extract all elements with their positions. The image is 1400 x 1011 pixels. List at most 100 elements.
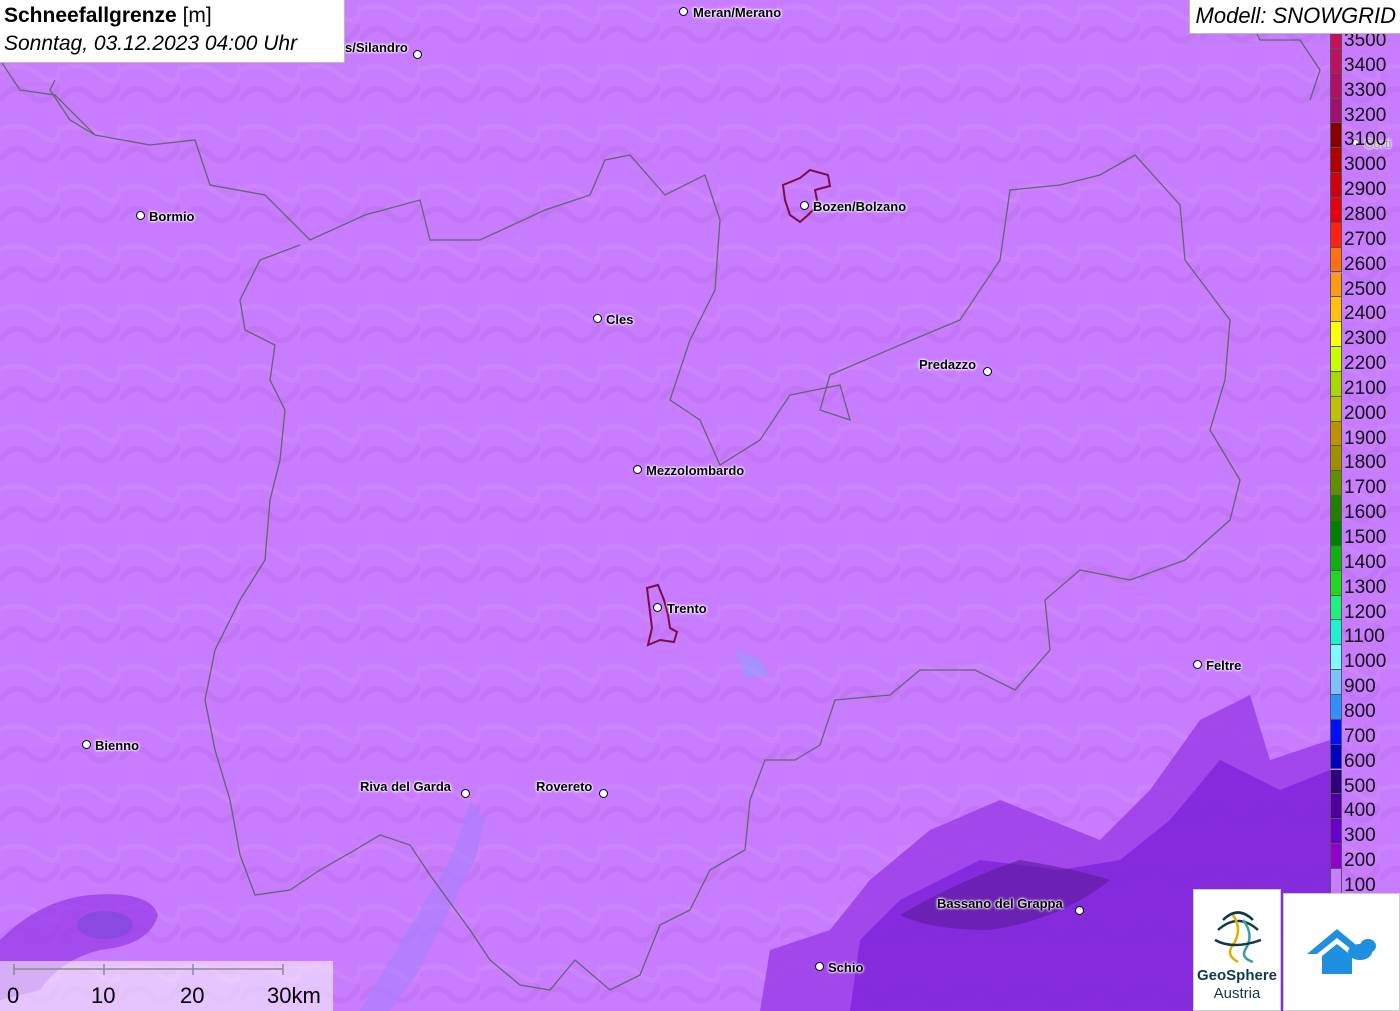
legend-swatch	[1330, 694, 1342, 720]
legend-label: 1900	[1344, 427, 1387, 449]
legend-swatch	[1330, 272, 1342, 298]
legend-swatch	[1330, 570, 1342, 596]
city-label-predazzo[interactable]: Predazzo	[919, 357, 976, 372]
legend-swatch	[1330, 645, 1342, 671]
city-dot[interactable]	[633, 465, 642, 474]
geosphere-country: Austria	[1213, 985, 1261, 1002]
city-dot[interactable]	[136, 211, 145, 220]
legend-swatch	[1330, 471, 1342, 497]
legend-swatch	[1330, 446, 1342, 472]
city-label-trento[interactable]: Trento	[667, 601, 707, 616]
city-label-meran[interactable]: Meran/Merano	[693, 5, 781, 20]
legend-label: 1000	[1344, 651, 1387, 673]
legend-label: 2700	[1344, 228, 1387, 250]
legend-label: 500	[1344, 775, 1376, 797]
legend-swatch	[1330, 371, 1342, 397]
city-dot[interactable]	[82, 740, 91, 749]
legend-swatch	[1330, 844, 1342, 869]
legend-label: 1300	[1344, 576, 1387, 598]
legend-swatch	[1330, 421, 1342, 447]
legend-swatch	[1330, 744, 1342, 770]
variable-unit: [m]	[182, 4, 212, 27]
legend-label: 900	[1344, 676, 1376, 698]
city-label-bormio[interactable]: Bormio	[149, 209, 195, 224]
legend-label: 700	[1344, 725, 1376, 747]
city-label-bolzano[interactable]: Bozen/Bolzano	[813, 199, 906, 214]
map-title-box: Schneefallgrenze [m] Sonntag, 03.12.2023…	[0, 0, 345, 63]
legend-swatch	[1330, 247, 1342, 273]
legend-label: 300	[1344, 825, 1376, 847]
legend-swatch	[1330, 222, 1342, 248]
legend-swatch	[1330, 769, 1342, 795]
city-label-bassano[interactable]: Bassano del Grappa	[937, 896, 1063, 911]
legend-label: 2800	[1344, 203, 1387, 225]
home-cloud-logo[interactable]	[1283, 893, 1400, 1011]
legend-label: 1800	[1344, 452, 1387, 474]
city-label-mezzolombardo[interactable]: Mezzolombardo	[646, 463, 744, 478]
city-label-rovereto[interactable]: Rovereto	[536, 779, 592, 794]
city-label-schio[interactable]: Schio	[828, 960, 863, 975]
geosphere-name: GeoSphere	[1196, 967, 1278, 984]
city-dot[interactable]	[461, 789, 470, 798]
legend-label: 1600	[1344, 502, 1387, 524]
city-label-riva[interactable]: Riva del Garda	[360, 779, 451, 794]
scale-tick-20: 20	[180, 983, 205, 1008]
snowline-zone-sw-core	[77, 911, 133, 939]
legend-label: 1700	[1344, 477, 1387, 499]
legend-label: 3200	[1344, 104, 1387, 126]
legend-swatch	[1330, 794, 1342, 820]
city-dot[interactable]	[1193, 660, 1202, 669]
legend-label: 600	[1344, 750, 1376, 772]
home-cloud-icon	[1307, 929, 1376, 974]
snowline-map[interactable]	[0, 0, 1400, 1011]
city-dot[interactable]	[413, 50, 422, 59]
city-dot[interactable]	[815, 962, 824, 971]
legend-label: 2500	[1344, 278, 1387, 300]
scale-tick-10: 10	[91, 983, 116, 1008]
legend-label: 2300	[1344, 328, 1387, 350]
legend-label: 1500	[1344, 527, 1387, 548]
city-label-feltre[interactable]: Feltre	[1206, 658, 1241, 673]
city-dot[interactable]	[1075, 906, 1084, 915]
legend-swatch	[1330, 48, 1342, 74]
legend-swatch	[1330, 496, 1342, 521]
legend-label: 200	[1344, 850, 1376, 872]
legend-label: 400	[1344, 800, 1376, 822]
legend-swatch	[1330, 819, 1342, 845]
legend-swatch	[1330, 148, 1342, 174]
model-label: Modell: SNOWGRID	[1188, 0, 1400, 34]
city-dot[interactable]	[983, 367, 992, 376]
legend-label: 2000	[1344, 402, 1387, 424]
city-dot[interactable]	[599, 789, 608, 798]
city-dot[interactable]	[593, 314, 602, 323]
legend-swatch	[1330, 868, 1342, 894]
scale-tick-0: 0	[7, 983, 20, 1008]
legend-label: 3300	[1344, 79, 1387, 101]
legend-swatch	[1330, 396, 1342, 422]
legend-swatch	[1330, 98, 1342, 124]
legend-label: 2400	[1344, 303, 1387, 325]
legend-swatch	[1330, 545, 1342, 571]
variable-name: Schneefallgrenze	[4, 4, 177, 27]
legend-swatch	[1330, 173, 1342, 198]
legend-swatch	[1330, 670, 1342, 695]
scale-tick-30km: 30km	[267, 983, 321, 1008]
legend-swatch	[1330, 521, 1342, 546]
geosphere-logo[interactable]: GeoSphere Austria	[1193, 889, 1281, 1011]
city-dot[interactable]	[679, 7, 688, 16]
city-dot[interactable]	[653, 603, 662, 612]
city-label-silandro[interactable]: s/Silandro	[345, 40, 408, 55]
legend-label: 1400	[1344, 551, 1387, 573]
legend-label: 800	[1344, 700, 1376, 722]
scale-bar: 0 10 20 30km	[0, 961, 333, 1011]
city-label-bienno[interactable]: Bienno	[95, 738, 139, 753]
geosphere-emblem-icon	[1214, 911, 1262, 964]
city-label-cles[interactable]: Cles	[606, 312, 633, 327]
legend-label: 3000	[1344, 154, 1387, 176]
legend-swatch	[1330, 297, 1342, 323]
city-dot[interactable]	[800, 201, 809, 210]
legend-swatch	[1330, 73, 1342, 99]
legend-label: 3500	[1344, 30, 1387, 51]
legend-label: 1200	[1344, 601, 1387, 623]
legend-swatch	[1330, 197, 1342, 223]
